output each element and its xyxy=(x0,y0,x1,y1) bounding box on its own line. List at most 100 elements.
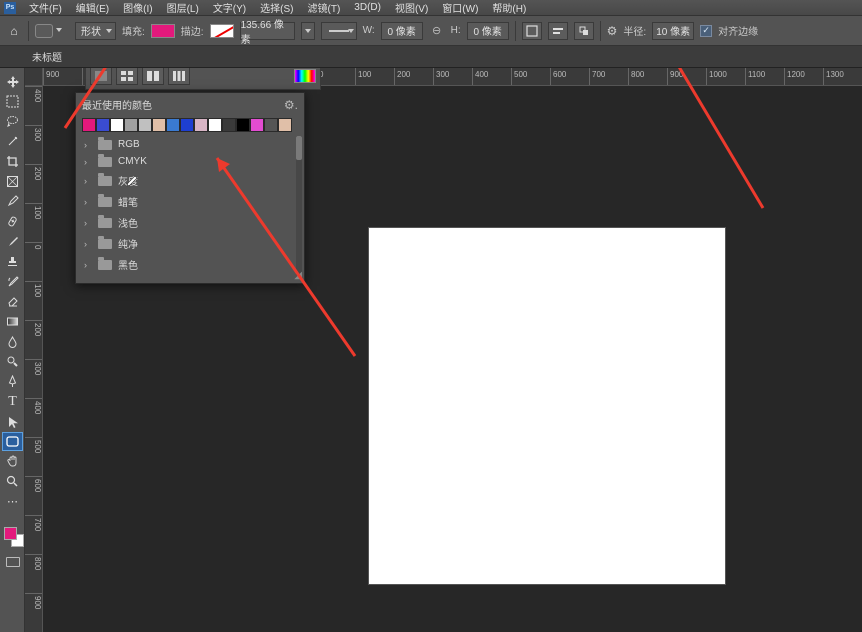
tool-mode-dropdown[interactable]: 形状 xyxy=(75,22,116,40)
gear-icon[interactable]: ⚙ xyxy=(607,24,618,38)
foreground-color[interactable] xyxy=(4,527,17,540)
swatch-folder-black[interactable]: ›黑色 xyxy=(76,254,304,275)
shape-tool[interactable] xyxy=(2,432,23,451)
wand-tool[interactable] xyxy=(2,132,23,151)
color-picker[interactable] xyxy=(2,525,22,549)
swatch-color[interactable] xyxy=(208,118,222,132)
document-tab[interactable]: 未标题 xyxy=(24,46,70,67)
stroke-color-swatch[interactable] xyxy=(210,24,234,38)
swatch-folder-crayon[interactable]: ›蜡笔 xyxy=(76,191,304,212)
swatch-color[interactable] xyxy=(250,118,264,132)
path-arrangement-button[interactable] xyxy=(574,22,594,40)
home-icon[interactable]: ⌂ xyxy=(6,23,22,39)
stamp-tool[interactable] xyxy=(2,252,23,271)
menu-layer[interactable]: 图层(L) xyxy=(160,0,206,15)
arrange-single-icon[interactable] xyxy=(90,68,112,85)
menu-edit[interactable]: 编辑(E) xyxy=(69,0,116,15)
swatch-color[interactable] xyxy=(82,118,96,132)
link-wh-icon[interactable]: ⊖ xyxy=(429,23,445,39)
history-brush-tool[interactable] xyxy=(2,272,23,291)
swatches-menu-icon[interactable]: ⚙. xyxy=(284,98,298,112)
stroke-style-dropdown[interactable] xyxy=(321,22,357,40)
chevron-right-icon: › xyxy=(84,176,92,186)
folder-icon xyxy=(98,140,112,150)
width-field[interactable]: 0 像素 xyxy=(381,22,423,40)
height-field[interactable]: 0 像素 xyxy=(467,22,509,40)
path-operations-button[interactable] xyxy=(522,22,542,40)
swatch-color[interactable] xyxy=(152,118,166,132)
menu-file[interactable]: 文件(F) xyxy=(22,0,69,15)
folder-icon xyxy=(98,197,112,207)
document-canvas[interactable] xyxy=(369,228,725,584)
dodge-tool[interactable] xyxy=(2,352,23,371)
eyedropper-tool[interactable] xyxy=(2,192,23,211)
pen-tool[interactable] xyxy=(2,372,23,391)
resize-handle-icon[interactable]: ◢ xyxy=(292,271,302,281)
menu-filter[interactable]: 滤镜(T) xyxy=(301,0,348,15)
swatch-color[interactable] xyxy=(124,118,138,132)
stroke-label: 描边: xyxy=(181,23,204,38)
document-tab-bar: 未标题 xyxy=(0,46,862,68)
arrange-3col-icon[interactable] xyxy=(168,68,190,85)
frame-tool[interactable] xyxy=(2,172,23,191)
swatch-folder-gray[interactable]: ›灰度 xyxy=(76,170,304,191)
blur-tool[interactable] xyxy=(2,332,23,351)
swatch-color[interactable] xyxy=(278,118,292,132)
lasso-tool[interactable] xyxy=(2,112,23,131)
stroke-width-dropdown[interactable] xyxy=(301,22,315,40)
radius-field[interactable]: 10 像素 xyxy=(652,22,694,40)
move-tool[interactable] xyxy=(2,72,23,91)
chevron-right-icon: › xyxy=(84,157,92,167)
spectrum-icon[interactable] xyxy=(294,69,316,83)
ruler-vertical[interactable]: 4003002001000100200300400500600700800900 xyxy=(25,86,43,632)
align-edges-checkbox[interactable]: ✓ xyxy=(700,25,712,37)
zoom-tool[interactable] xyxy=(2,472,23,491)
tool-preset-icon[interactable] xyxy=(35,24,53,38)
swatch-folder-pure[interactable]: ›纯净 xyxy=(76,233,304,254)
menu-help[interactable]: 帮助(H) xyxy=(485,0,533,15)
menu-view[interactable]: 视图(V) xyxy=(388,0,435,15)
swatch-folder-cmyk[interactable]: ›CMYK xyxy=(76,153,304,170)
healing-tool[interactable] xyxy=(2,212,23,231)
path-alignment-button[interactable] xyxy=(548,22,568,40)
type-tool[interactable]: T xyxy=(2,392,23,411)
brush-tool[interactable] xyxy=(2,232,23,251)
eraser-tool[interactable] xyxy=(2,292,23,311)
ps-logo-icon: Ps xyxy=(4,2,16,14)
swatch-folder-rgb[interactable]: ›RGB xyxy=(76,136,304,153)
swatch-color[interactable] xyxy=(166,118,180,132)
swatch-color[interactable] xyxy=(264,118,278,132)
swatch-color[interactable] xyxy=(236,118,250,132)
gradient-tool[interactable] xyxy=(2,312,23,331)
arrange-grid-icon[interactable] xyxy=(116,68,138,85)
menu-3d[interactable]: 3D(D) xyxy=(347,2,388,13)
swatch-color[interactable] xyxy=(96,118,110,132)
swatch-scrollbar[interactable] xyxy=(296,136,302,275)
recent-colors-row xyxy=(76,116,304,134)
menu-type[interactable]: 文字(Y) xyxy=(206,0,253,15)
folder-icon xyxy=(98,218,112,228)
menu-image[interactable]: 图像(I) xyxy=(116,0,159,15)
fill-color-swatch[interactable] xyxy=(151,24,175,38)
arrange-documents-bar xyxy=(85,68,321,90)
path-select-tool[interactable] xyxy=(2,412,23,431)
swatch-color[interactable] xyxy=(110,118,124,132)
swatch-color[interactable] xyxy=(180,118,194,132)
swatch-color[interactable] xyxy=(194,118,208,132)
menu-select[interactable]: 选择(S) xyxy=(253,0,300,15)
swatch-color[interactable] xyxy=(222,118,236,132)
crop-tool[interactable] xyxy=(2,152,23,171)
folder-icon xyxy=(98,176,112,186)
quick-mask-button[interactable] xyxy=(2,554,23,570)
edit-toolbar-button[interactable]: ⋯ xyxy=(2,492,23,511)
chevron-right-icon: › xyxy=(84,260,92,270)
stroke-width-field[interactable]: 135.66 像素 xyxy=(240,22,295,40)
swatch-folder-light[interactable]: ›浅色 xyxy=(76,212,304,233)
hand-tool[interactable] xyxy=(2,452,23,471)
menu-window[interactable]: 窗口(W) xyxy=(435,0,485,15)
swatch-color[interactable] xyxy=(138,118,152,132)
arrange-2col-icon[interactable] xyxy=(142,68,164,85)
ruler-origin[interactable] xyxy=(25,68,43,86)
marquee-tool[interactable] xyxy=(2,92,23,111)
options-bar: ⌂ 形状 填充: 描边: 135.66 像素 W: 0 像素 ⊖ H: 0 像素… xyxy=(0,16,862,46)
